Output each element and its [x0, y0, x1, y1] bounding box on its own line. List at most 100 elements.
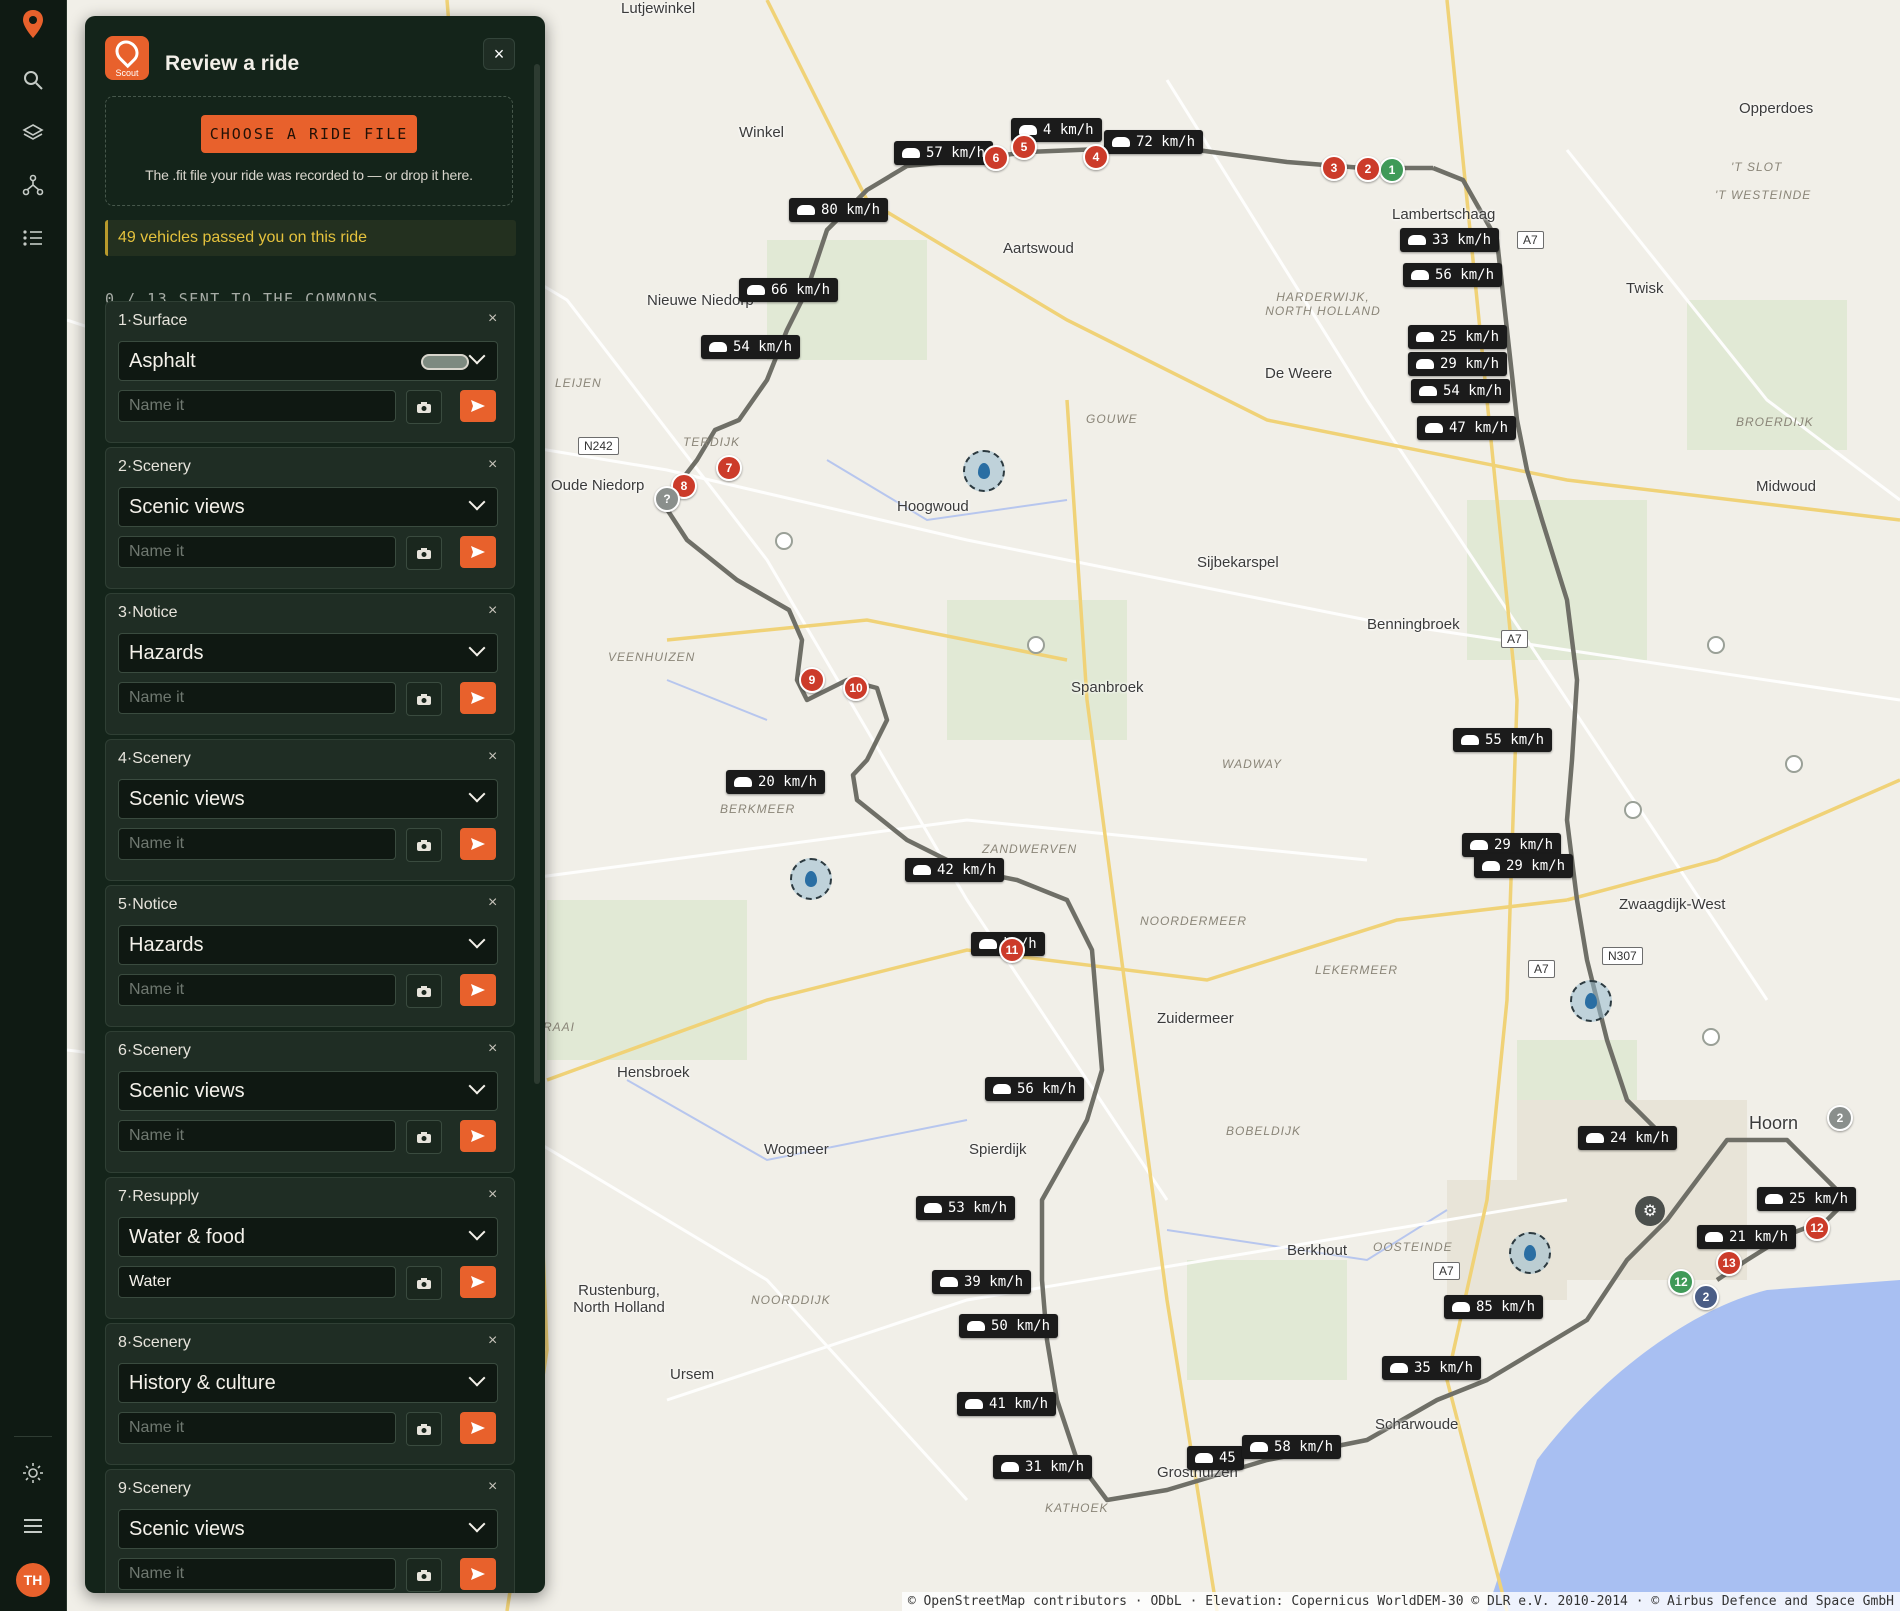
name-field[interactable]: [118, 974, 396, 1006]
speed-label[interactable]: 41 km/h: [957, 1392, 1057, 1416]
ride-file-dropzone[interactable]: CHOOSE A RIDE FILE The .fit file your ri…: [105, 96, 513, 206]
speed-label[interactable]: 56 km/h: [985, 1077, 1085, 1101]
route-icon[interactable]: [13, 165, 53, 205]
send-icon[interactable]: [460, 536, 496, 568]
speed-label[interactable]: 21 km/h: [1697, 1225, 1797, 1249]
camera-icon[interactable]: [406, 1412, 442, 1446]
toggle-switch[interactable]: [421, 354, 469, 370]
layers-icon[interactable]: [13, 113, 53, 153]
category-select[interactable]: Hazards: [118, 633, 498, 673]
send-icon[interactable]: [460, 974, 496, 1006]
remove-card-button[interactable]: ×: [488, 894, 497, 912]
remove-card-button[interactable]: ×: [488, 1040, 497, 1058]
speed-label[interactable]: 54 km/h: [1411, 379, 1511, 403]
send-icon[interactable]: [460, 390, 496, 422]
gear-icon[interactable]: ⚙: [1635, 1196, 1665, 1226]
send-icon[interactable]: [460, 1120, 496, 1152]
speed-label[interactable]: 54 km/h: [701, 335, 801, 359]
name-field[interactable]: [118, 1120, 396, 1152]
speed-label[interactable]: 25 km/h: [1408, 325, 1508, 349]
camera-icon[interactable]: [406, 390, 442, 424]
send-icon[interactable]: [460, 828, 496, 860]
ride-marker[interactable]: 10: [843, 675, 869, 701]
category-select[interactable]: Scenic views: [118, 1509, 498, 1549]
ride-marker[interactable]: 3: [1321, 155, 1347, 181]
category-select[interactable]: Water & food: [118, 1217, 498, 1257]
camera-icon[interactable]: [406, 828, 442, 862]
ride-marker[interactable]: 7: [716, 455, 742, 481]
send-icon[interactable]: [460, 1266, 496, 1298]
remove-card-button[interactable]: ×: [488, 1478, 497, 1496]
category-select[interactable]: Hazards: [118, 925, 498, 965]
menu-icon[interactable]: [13, 1506, 53, 1546]
remove-card-button[interactable]: ×: [488, 748, 497, 766]
name-field[interactable]: [118, 390, 396, 422]
camera-icon[interactable]: [406, 1266, 442, 1300]
speed-label[interactable]: 80 km/h: [789, 198, 889, 222]
speed-label[interactable]: 55 km/h: [1453, 728, 1553, 752]
speed-label[interactable]: 58 km/h: [1242, 1435, 1342, 1459]
speed-label[interactable]: 20 km/h: [726, 770, 826, 794]
ride-marker[interactable]: 1: [1379, 157, 1405, 183]
ride-marker[interactable]: 2: [1693, 1284, 1719, 1310]
camera-icon[interactable]: [406, 974, 442, 1008]
ride-marker[interactable]: 4: [1083, 144, 1109, 170]
water-drop-icon[interactable]: [1509, 1232, 1551, 1274]
choose-ride-file-button[interactable]: CHOOSE A RIDE FILE: [201, 115, 417, 153]
remove-card-button[interactable]: ×: [488, 602, 497, 620]
speed-label[interactable]: 72 km/h: [1104, 130, 1204, 154]
category-select[interactable]: Scenic views: [118, 1071, 498, 1111]
remove-card-button[interactable]: ×: [488, 1186, 497, 1204]
name-field[interactable]: [118, 1266, 396, 1298]
category-select[interactable]: Scenic views: [118, 779, 498, 819]
speed-label[interactable]: 50 km/h: [959, 1314, 1059, 1338]
category-select[interactable]: Scenic views: [118, 487, 498, 527]
speed-label[interactable]: 56 km/h: [1403, 263, 1503, 287]
panel-scrollbar[interactable]: [534, 64, 540, 1084]
name-field[interactable]: [118, 536, 396, 568]
camera-icon[interactable]: [406, 682, 442, 716]
speed-label[interactable]: 45: [1187, 1446, 1244, 1470]
remove-card-button[interactable]: ×: [488, 456, 497, 474]
ride-marker[interactable]: 9: [799, 667, 825, 693]
camera-icon[interactable]: [406, 536, 442, 570]
speed-label[interactable]: 29 km/h: [1474, 854, 1574, 878]
ride-marker[interactable]: 13: [1716, 1250, 1742, 1276]
camera-icon[interactable]: [406, 1120, 442, 1154]
ride-marker[interactable]: 12: [1804, 1215, 1830, 1241]
speed-label[interactable]: 85 km/h: [1444, 1295, 1544, 1319]
ride-marker[interactable]: 12: [1668, 1269, 1694, 1295]
speed-label[interactable]: 24 km/h: [1578, 1126, 1678, 1150]
sun-icon[interactable]: [13, 1453, 53, 1493]
water-drop-icon[interactable]: [963, 450, 1005, 492]
name-field[interactable]: [118, 828, 396, 860]
speed-label[interactable]: 35 km/h: [1382, 1356, 1482, 1380]
category-select[interactable]: Asphalt: [118, 341, 498, 381]
speed-label[interactable]: 39 km/h: [932, 1270, 1032, 1294]
avatar[interactable]: TH: [16, 1563, 50, 1597]
speed-label[interactable]: 31 km/h: [993, 1455, 1093, 1479]
category-select[interactable]: History & culture: [118, 1363, 498, 1403]
ride-marker[interactable]: ?: [654, 486, 680, 512]
ride-marker[interactable]: 2: [1355, 156, 1381, 182]
ride-marker[interactable]: 2: [1827, 1105, 1853, 1131]
name-field[interactable]: [118, 1412, 396, 1444]
search-icon[interactable]: [13, 60, 53, 100]
speed-label[interactable]: 42 km/h: [905, 858, 1005, 882]
speed-label[interactable]: 47 km/h: [1417, 416, 1517, 440]
send-icon[interactable]: [460, 682, 496, 714]
speed-label[interactable]: 29 km/h: [1408, 352, 1508, 376]
ride-marker[interactable]: 5: [1011, 134, 1037, 160]
ride-marker[interactable]: 11: [999, 937, 1025, 963]
send-icon[interactable]: [460, 1558, 496, 1590]
speed-label[interactable]: 66 km/h: [739, 278, 839, 302]
location-pin-icon[interactable]: [13, 4, 53, 44]
speed-label[interactable]: 53 km/h: [916, 1196, 1016, 1220]
send-icon[interactable]: [460, 1412, 496, 1444]
close-button[interactable]: ×: [483, 38, 515, 70]
speed-label[interactable]: 25 km/h: [1757, 1187, 1857, 1211]
ride-marker[interactable]: 6: [983, 145, 1009, 171]
water-drop-icon[interactable]: [790, 858, 832, 900]
list-icon[interactable]: [13, 218, 53, 258]
water-drop-icon[interactable]: [1570, 980, 1612, 1022]
